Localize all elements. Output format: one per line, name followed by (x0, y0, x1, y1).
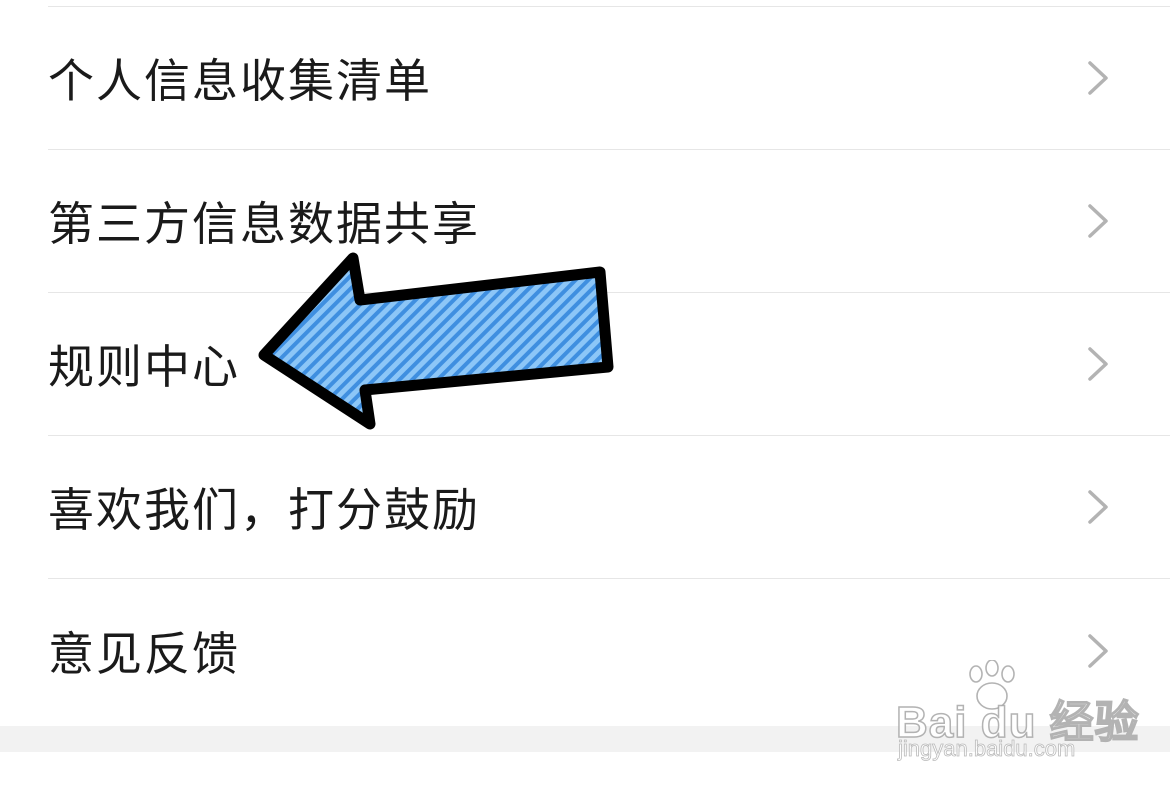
chevron-right-icon (1088, 204, 1108, 238)
settings-page: 个人信息收集清单 第三方信息数据共享 规则中心 喜欢我们，打分鼓励 意见反馈 B… (0, 0, 1170, 792)
menu-item-rules-center[interactable]: 规则中心 (48, 293, 1170, 436)
chevron-right-icon (1088, 61, 1108, 95)
menu-item-rate-us[interactable]: 喜欢我们，打分鼓励 (48, 436, 1170, 579)
menu-item-label: 第三方信息数据共享 (48, 197, 480, 251)
chevron-right-icon (1088, 633, 1108, 668)
menu-list: 个人信息收集清单 第三方信息数据共享 规则中心 喜欢我们，打分鼓励 意见反馈 (0, 7, 1170, 722)
menu-item-label: 意见反馈 (48, 626, 240, 681)
menu-item-label: 个人信息收集清单 (48, 54, 432, 108)
chevron-right-icon (1088, 347, 1108, 381)
menu-item-personal-info-list[interactable]: 个人信息收集清单 (48, 7, 1170, 150)
menu-item-label: 规则中心 (48, 340, 240, 394)
menu-item-feedback[interactable]: 意见反馈 (48, 579, 1170, 722)
chevron-right-icon (1088, 490, 1108, 524)
menu-item-third-party-sharing[interactable]: 第三方信息数据共享 (48, 150, 1170, 293)
footer-band (0, 726, 1170, 752)
menu-item-label: 喜欢我们，打分鼓励 (48, 483, 480, 537)
